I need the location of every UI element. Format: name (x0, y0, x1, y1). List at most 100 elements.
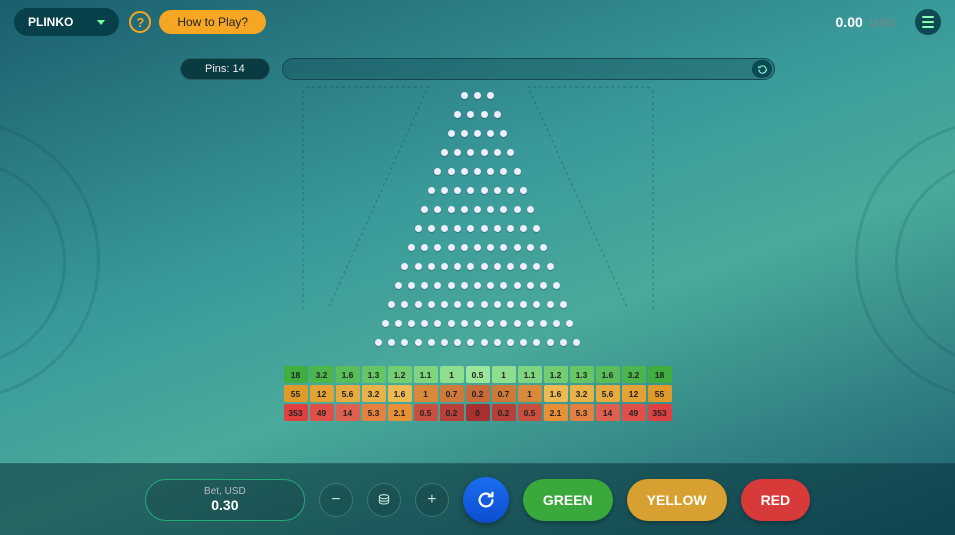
slot-yellow: 55 (284, 385, 308, 402)
pin (527, 206, 534, 213)
bet-decrease-button[interactable]: − (319, 483, 353, 517)
pin (547, 339, 554, 346)
slot-red: 0.5 (518, 404, 542, 421)
pin (448, 206, 455, 213)
pin (494, 149, 501, 156)
pin (507, 263, 514, 270)
pin (514, 168, 521, 175)
pin (514, 244, 521, 251)
slot-green: 1.3 (362, 366, 386, 383)
slot-yellow: 55 (648, 385, 672, 402)
pin (467, 225, 474, 232)
pin (533, 263, 540, 270)
slot-green: 3.2 (310, 366, 334, 383)
pin (527, 282, 534, 289)
bet-yellow-button[interactable]: YELLOW (627, 479, 727, 521)
slot-red: 49 (622, 404, 646, 421)
pin (514, 282, 521, 289)
game-select-dropdown[interactable]: PLINKO (14, 8, 119, 36)
howto-group: ? How to Play? (129, 10, 266, 34)
pin (441, 263, 448, 270)
pin (507, 225, 514, 232)
bet-increase-button[interactable]: + (415, 483, 449, 517)
bet-red-label: RED (761, 492, 791, 508)
pin (434, 282, 441, 289)
slot-green: 3.2 (622, 366, 646, 383)
pin (448, 320, 455, 327)
pin (520, 263, 527, 270)
pin (448, 244, 455, 251)
slot-yellow: 1.6 (544, 385, 568, 402)
pin (474, 282, 481, 289)
pin (507, 301, 514, 308)
slot-row-yellow: 55125.63.21.610.70.20.711.63.25.61255 (284, 385, 672, 402)
pin (375, 339, 382, 346)
pin (507, 187, 514, 194)
pin (461, 206, 468, 213)
decor-circle-left (0, 120, 100, 400)
bet-value: 0.30 (211, 497, 238, 513)
pin (553, 320, 560, 327)
howto-button[interactable]: How to Play? (159, 10, 266, 34)
pin (454, 339, 461, 346)
bet-preset-button[interactable] (367, 483, 401, 517)
slot-red: 353 (648, 404, 672, 421)
pin (533, 339, 540, 346)
slot-yellow: 5.6 (596, 385, 620, 402)
pin (494, 301, 501, 308)
balance-currency: USD (870, 16, 895, 30)
hamburger-icon (922, 16, 934, 18)
pin (408, 244, 415, 251)
bet-red-button[interactable]: RED (741, 479, 811, 521)
pin (481, 111, 488, 118)
slot-green: 1.3 (570, 366, 594, 383)
bet-green-label: GREEN (543, 492, 593, 508)
pin (494, 111, 501, 118)
pin (467, 187, 474, 194)
game-select-label: PLINKO (28, 15, 73, 29)
controls-bar: Bet, USD 0.30 − + GREEN YELLOW RED (0, 463, 955, 535)
pin (415, 225, 422, 232)
pin (500, 244, 507, 251)
plinko-board: 183.21.61.31.21.110.511.11.21.31.63.2185… (278, 82, 678, 421)
pin (487, 320, 494, 327)
pin (467, 339, 474, 346)
menu-button[interactable] (915, 9, 941, 35)
bet-amount-box[interactable]: Bet, USD 0.30 (145, 479, 305, 521)
slot-green: 1.6 (596, 366, 620, 383)
bet-green-button[interactable]: GREEN (523, 479, 613, 521)
pin (467, 111, 474, 118)
pin (454, 187, 461, 194)
slot-yellow: 1.6 (388, 385, 412, 402)
pins-area (278, 82, 678, 362)
pin (388, 339, 395, 346)
slot-green: 18 (284, 366, 308, 383)
decor-circle-right (855, 120, 955, 400)
help-icon[interactable]: ? (129, 11, 151, 33)
pin (461, 168, 468, 175)
slot-green: 1.1 (518, 366, 542, 383)
pin (401, 263, 408, 270)
pin (527, 320, 534, 327)
slot-red: 14 (596, 404, 620, 421)
pin (434, 320, 441, 327)
pin (467, 149, 474, 156)
slot-red: 2.1 (388, 404, 412, 421)
pin (441, 149, 448, 156)
pin (408, 320, 415, 327)
pin (481, 149, 488, 156)
pin (421, 320, 428, 327)
pin (487, 206, 494, 213)
slot-yellow: 12 (310, 385, 334, 402)
pin (533, 225, 540, 232)
pin (481, 225, 488, 232)
pin (533, 301, 540, 308)
pin (415, 301, 422, 308)
play-button[interactable] (463, 477, 509, 523)
pin (547, 263, 554, 270)
pin (428, 225, 435, 232)
pin (487, 92, 494, 99)
pin (461, 320, 468, 327)
pins-selector[interactable]: Pins: 14 (180, 58, 270, 80)
history-button[interactable] (752, 60, 772, 78)
